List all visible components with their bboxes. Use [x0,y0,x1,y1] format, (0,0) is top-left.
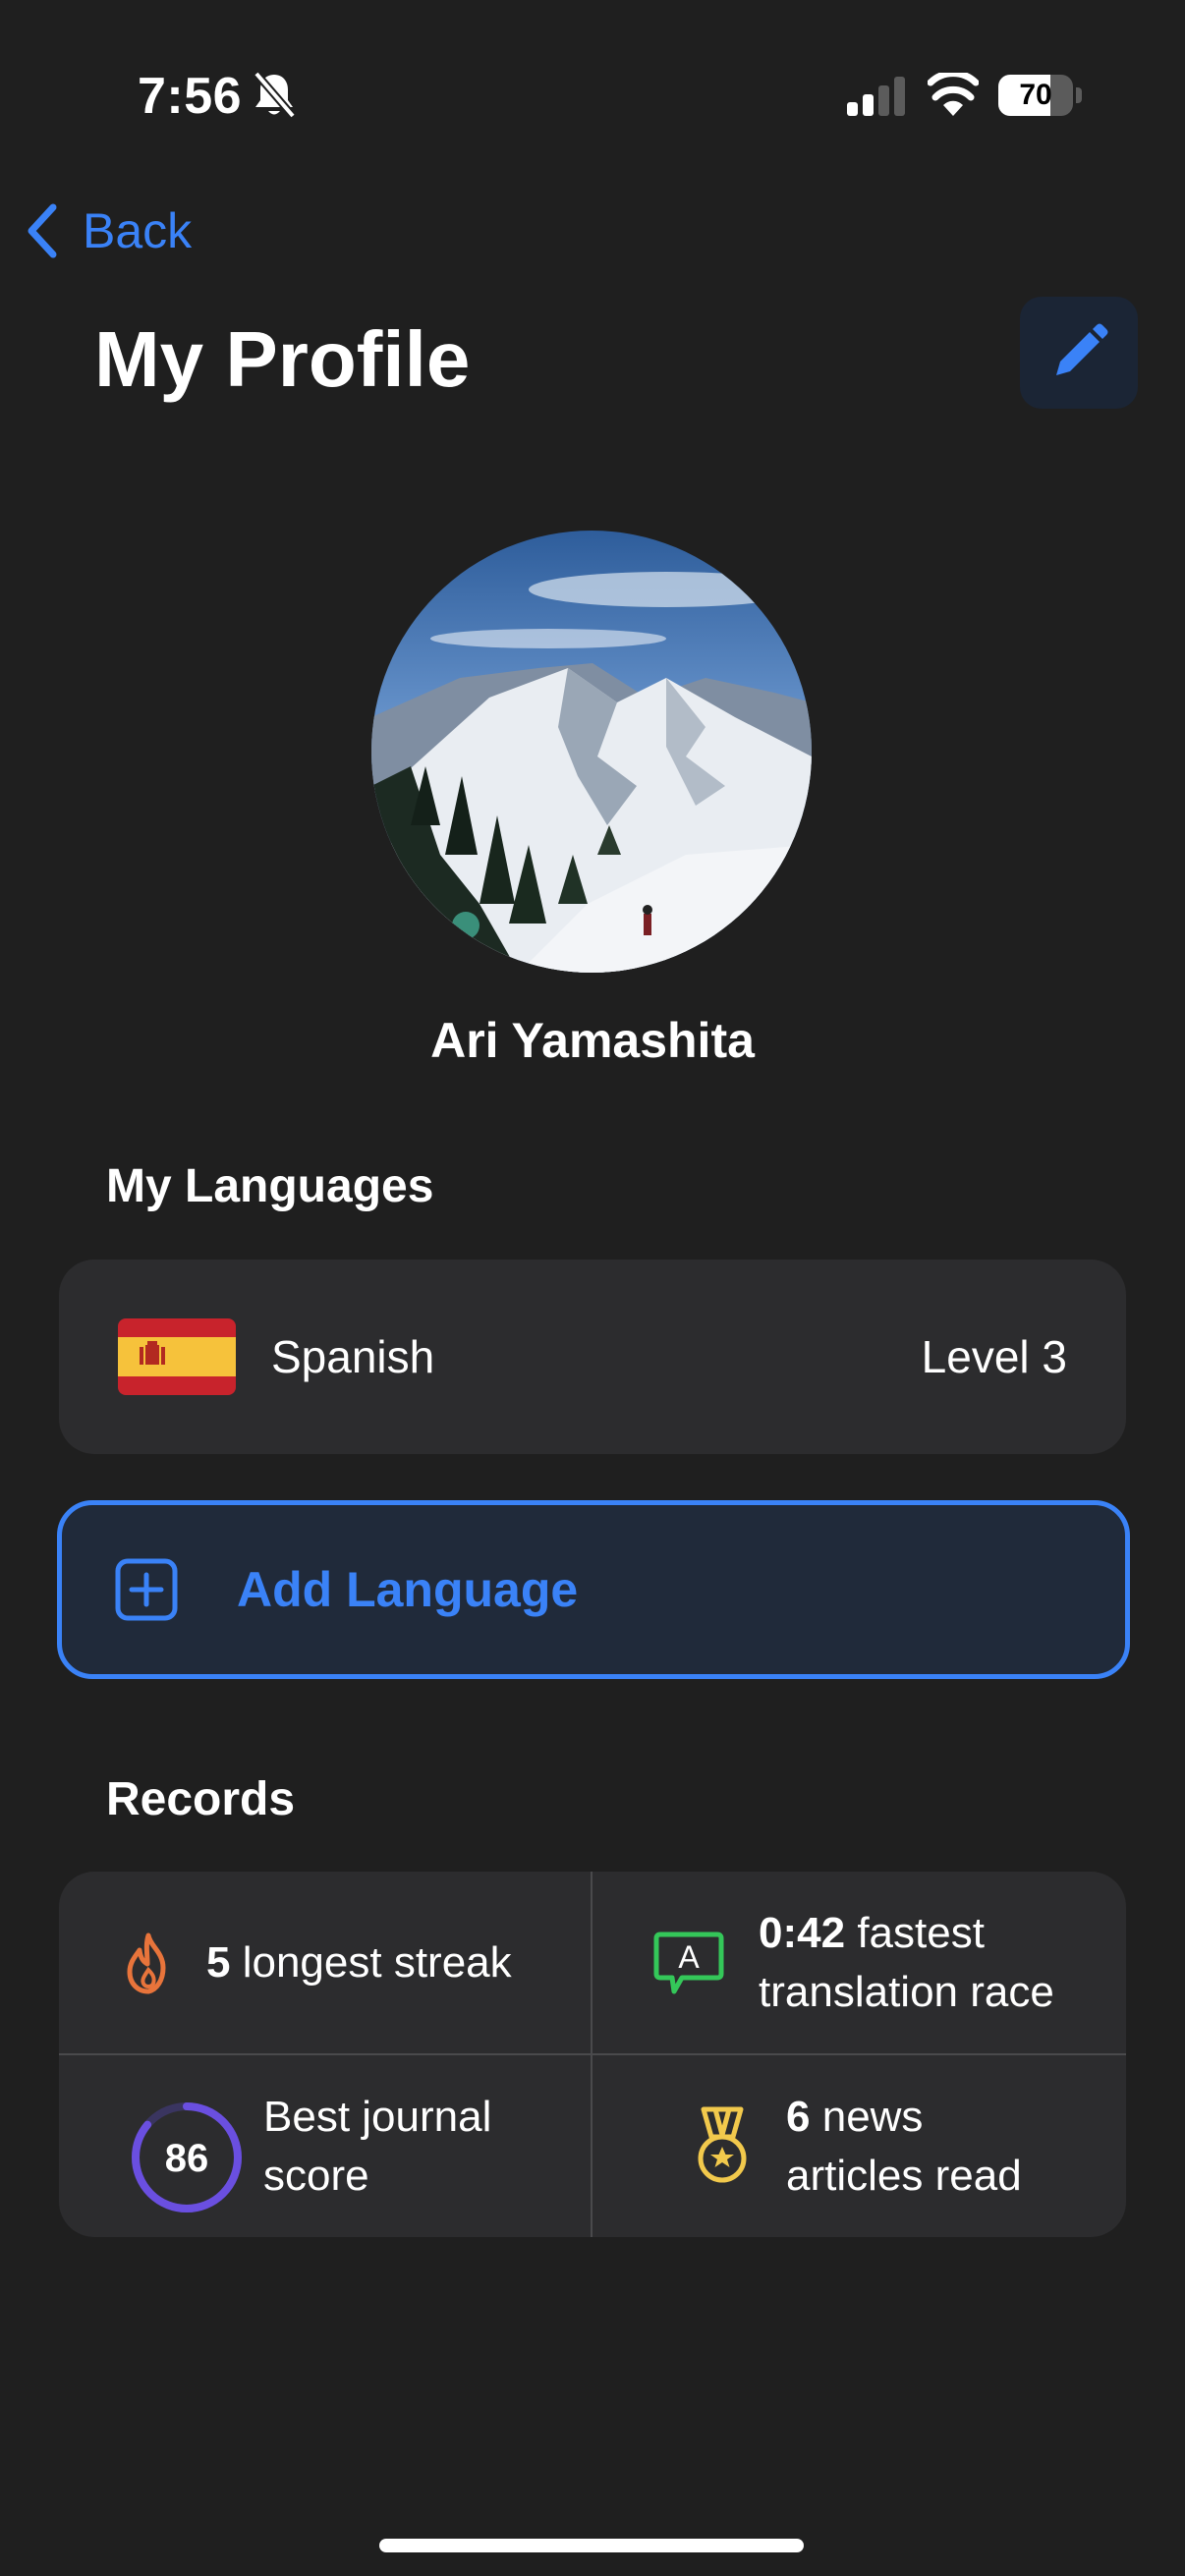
record-news-label: news [821,2093,924,2141]
profile-name: Ari Yamashita [430,1013,755,1068]
record-news-articles: 6 news articles read [786,2088,1022,2206]
record-journal-score: Best journal score [263,2088,491,2206]
page-title: My Profile [94,315,471,403]
avatar[interactable] [371,531,812,973]
record-race-value: 0:42 [759,1909,846,1957]
record-journal-label: Best journal [263,2093,492,2141]
record-news-label-2: articles read [786,2152,1022,2200]
record-race-label: fastest [857,1909,985,1957]
chevron-left-icon [28,203,57,258]
edit-profile-button[interactable] [1020,297,1138,409]
record-journal-label-2: score [263,2152,369,2200]
languages-heading: My Languages [106,1160,434,1212]
back-label: Back [83,203,193,258]
spain-flag-icon [118,1318,236,1395]
plus-square-icon [115,1558,178,1621]
cellular-signal-icon [847,77,905,116]
bell-slash-icon [253,71,297,119]
record-streak-label: longest streak [242,1938,512,1987]
flame-icon [127,1932,166,1994]
record-race-label-2: translation race [759,1968,1054,2016]
translate-bubble-icon: A [653,1932,724,1994]
battery-icon: 70 [998,75,1083,116]
medal-icon [698,2106,747,2183]
score-ring-icon: 86 [132,2102,242,2212]
battery-percent: 70 [1019,79,1052,111]
score-ring-value: 86 [165,2137,209,2180]
record-streak-value: 5 [206,1938,231,1987]
svg-text:A: A [678,1939,700,1975]
avatar-photo [371,531,812,973]
record-news-value: 6 [786,2093,811,2141]
add-language-label: Add Language [237,1562,579,1617]
records-divider-horizontal [59,2053,1126,2055]
records-heading: Records [106,1773,296,1825]
home-indicator[interactable] [379,2539,804,2552]
language-name: Spanish [271,1331,435,1382]
language-row-spanish[interactable]: Spanish Level 3 [59,1260,1126,1454]
record-streak: 5 longest streak [206,1933,512,1992]
language-level: Level 3 [921,1331,1067,1382]
pencil-icon [1056,323,1108,375]
back-button[interactable]: Back [24,196,192,265]
wifi-icon [928,73,979,116]
records-grid: 5 longest streak A 0:42 fastest translat… [59,1872,1126,2237]
add-language-button[interactable]: Add Language [57,1500,1130,1679]
record-translation-race: 0:42 fastest translation race [759,1904,1054,2022]
status-time: 7:56 [138,68,243,125]
